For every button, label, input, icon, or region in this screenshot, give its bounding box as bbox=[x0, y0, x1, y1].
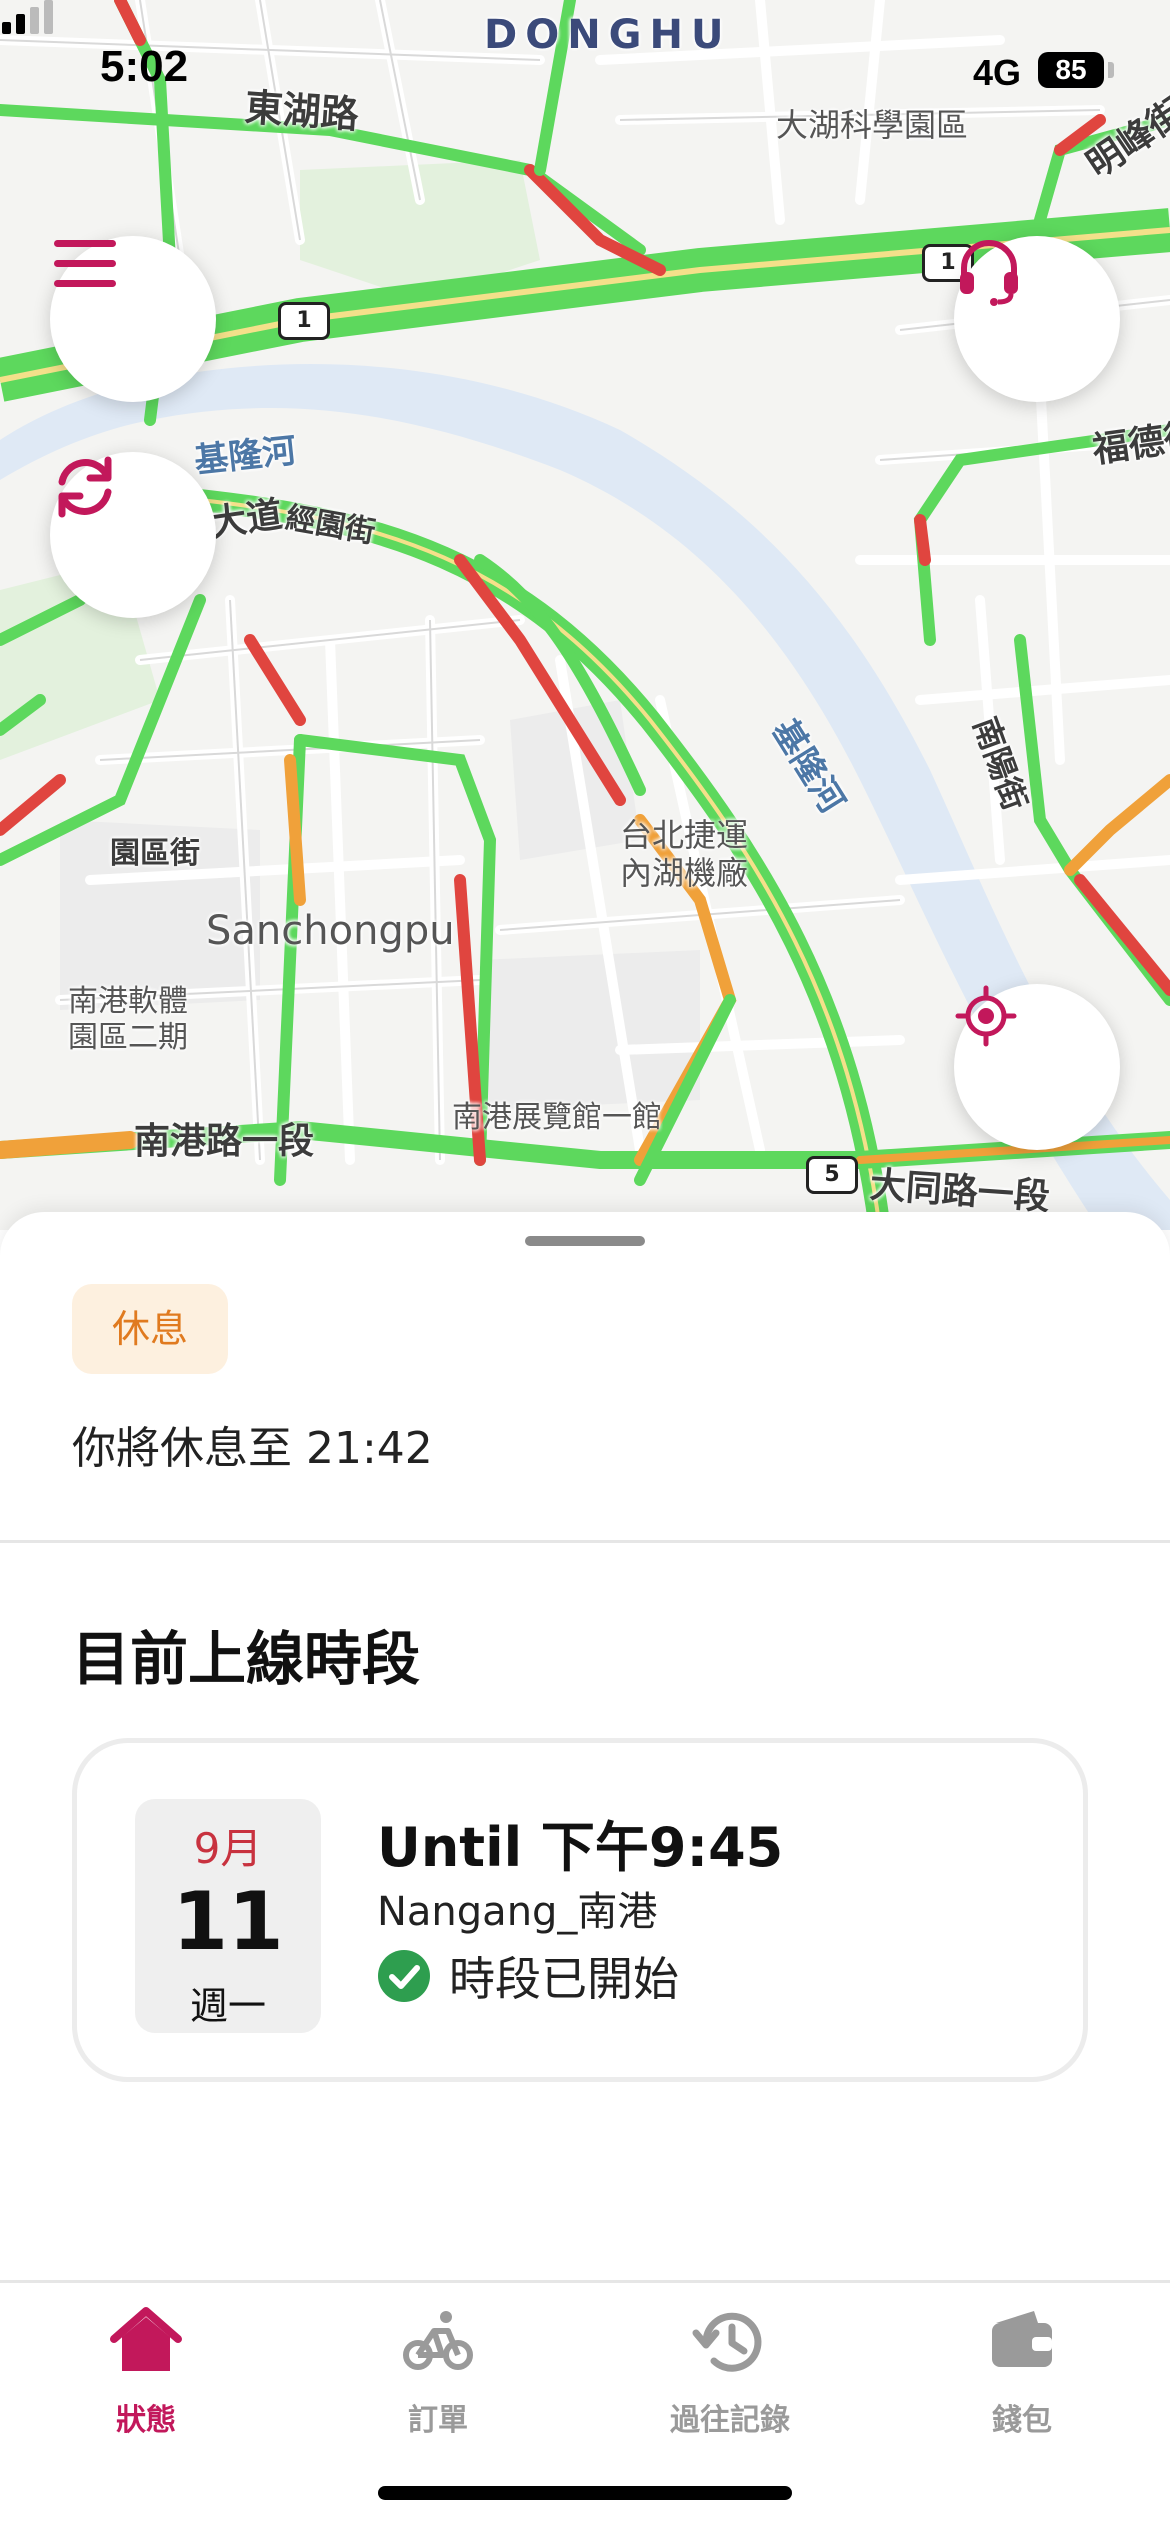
status-bar: 5:02 4G 85 bbox=[0, 0, 1170, 140]
refresh-button[interactable] bbox=[50, 452, 216, 618]
road-label: 南港路一段 bbox=[134, 1121, 315, 1162]
map-view[interactable]: DONGHU 東湖路 明峰街 大湖科學園區 基隆河 大道 經園街 福德街 南陽街… bbox=[0, 0, 1170, 1230]
road-label: 園區街 bbox=[110, 836, 200, 871]
history-icon bbox=[692, 2312, 762, 2372]
battery-icon: 85 bbox=[1038, 52, 1104, 88]
home-indicator[interactable] bbox=[378, 2486, 792, 2500]
hamburger-icon bbox=[54, 240, 116, 287]
poi-label: 台北捷運內湖機廠 bbox=[620, 816, 749, 892]
area-label: Sanchongpu bbox=[206, 908, 455, 954]
support-button[interactable] bbox=[954, 236, 1120, 402]
bicycle-icon bbox=[403, 2311, 473, 2370]
crosshair-icon bbox=[955, 985, 1017, 1047]
tab-label: 過往記錄 bbox=[670, 2403, 790, 2438]
poi-label: 南港軟體園區二期 bbox=[68, 984, 188, 1055]
poi-label: 南港展覽館一館 bbox=[452, 1100, 662, 1135]
tab-wallet[interactable]: 錢包 bbox=[922, 2301, 1122, 2439]
shift-status-text: 時段已開始 bbox=[449, 1952, 679, 2006]
tab-label: 錢包 bbox=[992, 2403, 1052, 2438]
shift-end-time: Until 下午9:45 bbox=[377, 1816, 784, 1879]
divider bbox=[0, 1540, 1170, 1543]
break-message: 你將休息至 21:42 bbox=[72, 1423, 433, 1474]
refresh-icon bbox=[58, 456, 112, 518]
status-badge: 休息 bbox=[72, 1284, 228, 1374]
route-shield: 1 bbox=[278, 302, 330, 340]
route-shield: 5 bbox=[806, 1156, 858, 1194]
status-time: 5:02 bbox=[100, 42, 189, 91]
network-type: 4G bbox=[973, 52, 1022, 93]
date-month: 9月 bbox=[193, 1824, 263, 1873]
headset-icon bbox=[960, 240, 1018, 306]
tab-label: 狀態 bbox=[116, 2403, 176, 2438]
check-circle-icon bbox=[378, 1950, 430, 2002]
tab-status[interactable]: 狀態 bbox=[46, 2301, 246, 2439]
tab-history[interactable]: 過往記錄 bbox=[630, 2301, 830, 2439]
tab-label: 訂單 bbox=[408, 2403, 468, 2438]
wallet-icon bbox=[992, 2311, 1052, 2367]
section-title: 目前上線時段 bbox=[72, 1625, 421, 1693]
road-label: 大道 bbox=[207, 494, 286, 545]
shift-status: 時段已開始 bbox=[377, 1943, 679, 2009]
battery-tip bbox=[1108, 62, 1114, 78]
date-box: 9月 11 週一 bbox=[135, 1799, 321, 2033]
tab-orders[interactable]: 訂單 bbox=[338, 2301, 538, 2439]
sheet-grabber[interactable] bbox=[525, 1236, 645, 1246]
home-icon bbox=[110, 2307, 182, 2371]
shift-card[interactable]: 9月 11 週一 Until 下午9:45 Nangang_南港 時段已開始 bbox=[72, 1738, 1088, 2082]
menu-button[interactable] bbox=[50, 236, 216, 402]
locate-me-button[interactable] bbox=[954, 984, 1120, 1150]
date-day: 11 bbox=[172, 1875, 284, 1968]
date-weekday: 週一 bbox=[189, 1984, 266, 2028]
shift-zone: Nangang_南港 bbox=[377, 1889, 658, 1935]
cellular-signal-icon bbox=[2, 0, 53, 34]
